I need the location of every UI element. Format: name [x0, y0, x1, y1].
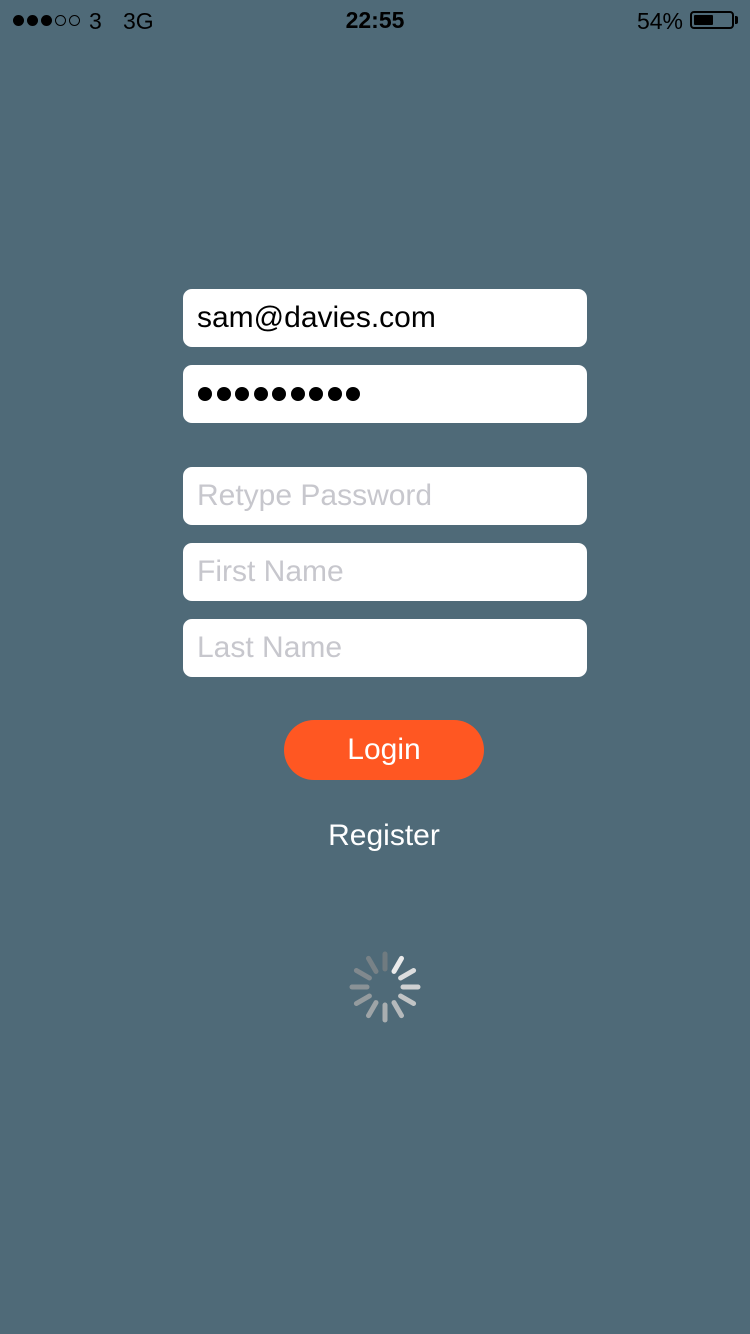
spinner-spoke: [366, 955, 379, 974]
register-button[interactable]: Register: [284, 819, 484, 853]
first-name-field[interactable]: First Name: [183, 543, 587, 601]
retype-password-field[interactable]: Retype Password: [183, 467, 587, 525]
battery-level-fill: [694, 15, 714, 25]
password-mask-dot: [198, 387, 212, 401]
last-name-placeholder: Last Name: [197, 631, 343, 664]
battery-tip: [735, 16, 738, 24]
password-mask-dot: [253, 387, 268, 401]
battery-percentage: 54%: [636, 8, 683, 34]
password-mask-dot: [235, 387, 249, 401]
spinner-spoke: [353, 968, 372, 981]
password-mask-dot: [309, 387, 323, 401]
password-mask-dot: [290, 387, 305, 401]
spinner-spoke: [391, 1000, 404, 1019]
spinner-spoke: [398, 968, 417, 981]
first-name-placeholder: First Name: [197, 555, 344, 588]
spinner-spoke: [366, 1000, 379, 1019]
status-bar: 3 3G 22:55 54%: [0, 0, 750, 40]
spinner-spoke: [391, 955, 404, 974]
email-value: sam@davies.com: [197, 301, 436, 334]
password-mask: [197, 387, 364, 401]
retype-password-placeholder: Retype Password: [197, 479, 433, 512]
email-field[interactable]: sam@davies.com: [183, 289, 587, 347]
login-button[interactable]: Login: [284, 720, 484, 780]
last-name-field[interactable]: Last Name: [183, 619, 587, 677]
password-mask-dot: [216, 387, 231, 401]
spinner-spoke: [353, 993, 372, 1006]
password-mask-dot: [327, 387, 342, 401]
activity-spinner-icon: [349, 951, 421, 1023]
spinner-spoke: [398, 993, 417, 1006]
password-field[interactable]: [183, 365, 587, 423]
password-mask-dot: [346, 387, 360, 401]
password-mask-dot: [272, 387, 286, 401]
battery-icon: [690, 11, 734, 29]
